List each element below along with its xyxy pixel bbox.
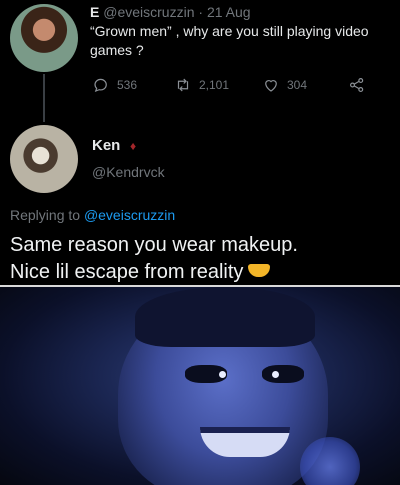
tweet-date[interactable]: 21 Aug [207,4,251,20]
replying-to-link[interactable]: @eveiscruzzin [84,207,175,223]
reply-line-2-wrap: Nice lil escape from reality [10,259,400,286]
lens-glint-left [219,371,226,378]
replying-to-prefix: Replying to [10,207,81,223]
sunglasses-right-lens [262,365,304,383]
tweet-header: E @eveiscruzzin · 21 Aug [90,4,251,20]
reply-author-name[interactable]: Ken [92,137,120,154]
author-name[interactable]: E [90,4,99,20]
speech-bubble-icon [94,78,107,93]
share-button[interactable] [348,76,366,94]
retweet-count: 2,101 [199,78,230,92]
tweet-thread: E @eveiscruzzin · 21 Aug “Grown men” , w… [0,0,400,285]
thread-connector-line [43,74,45,122]
reply-count: 536 [117,78,138,92]
tweet-actions: 536 2,101 304 [92,76,392,96]
meme-image [0,287,400,485]
reply-button[interactable]: 536 [92,76,137,94]
tweet-text: “Grown men” , why are you still playing … [90,23,369,58]
reply-text: Same reason you wear makeup. Nice lil es… [10,232,400,286]
hair-shape [135,287,315,347]
light-blob [300,437,360,485]
replying-to-line: Replying to @eveiscruzzin [10,207,175,223]
share-icon [350,78,364,92]
like-count: 304 [287,78,308,92]
retweet-icon [177,78,189,92]
heart-icon [265,80,277,92]
reply-line-1: Same reason you wear makeup. [10,234,298,256]
author-handle[interactable]: @eveiscruzzin [103,4,194,20]
reply-author-avatar[interactable] [10,125,78,193]
rose-icon: ♦ [130,139,137,153]
retweet-button[interactable]: 2,101 [174,76,229,94]
reply-line-2: Nice lil escape from reality [10,261,244,283]
author-avatar[interactable] [10,4,78,72]
like-button[interactable]: 304 [262,76,307,94]
header-separator: · [198,4,204,20]
yellow-heart-icon [248,264,271,277]
reply-author-handle[interactable]: @Kendrvck [92,164,165,180]
lens-glint-right [272,371,279,378]
